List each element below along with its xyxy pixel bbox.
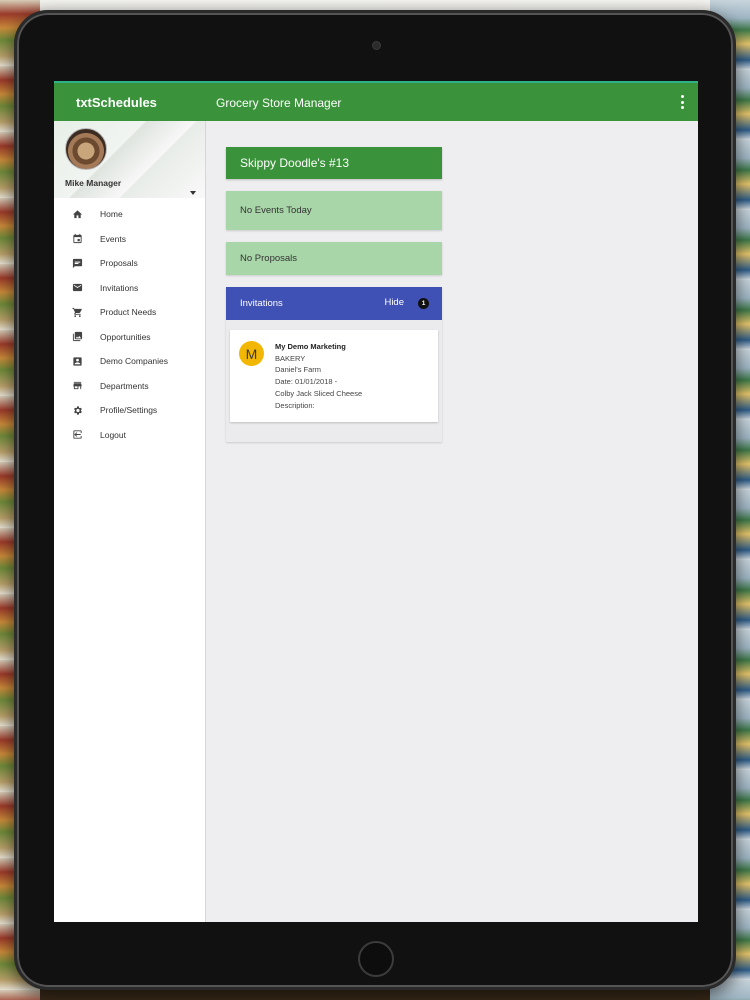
logout-icon — [54, 429, 100, 440]
invitation-count-badge: 1 — [418, 298, 429, 309]
photo-library-icon — [54, 331, 100, 342]
invitation-department: BAKERY — [275, 353, 306, 363]
store-icon — [54, 380, 100, 391]
contact-icon — [54, 356, 100, 367]
calendar-icon — [54, 233, 100, 244]
main-content: Skippy Doodle's #13 No Events Today No P… — [206, 121, 698, 922]
sidebar-item-proposals[interactable]: Proposals — [54, 251, 205, 276]
camera-icon — [372, 41, 381, 50]
sidebar-item-opportunities[interactable]: Opportunities — [54, 325, 205, 350]
invitation-vendor: Daniel's Farm — [275, 365, 322, 375]
sidebar-item-demo-companies[interactable]: Demo Companies — [54, 349, 205, 374]
invitation-description: Description: — [275, 400, 315, 410]
proposals-status-card[interactable]: No Proposals — [226, 242, 442, 275]
invitation-card[interactable]: M My Demo Marketing BAKERY Daniel's Farm… — [230, 330, 438, 422]
sidebar-item-label: Home — [100, 209, 123, 220]
profile-header: Mike Manager — [54, 121, 205, 198]
app-screen: txtSchedules Grocery Store Manager Mike … — [54, 81, 698, 922]
screen-title: Grocery Store Manager — [216, 96, 342, 110]
profile-name: Mike Manager — [65, 178, 122, 188]
app-title: txtSchedules — [76, 95, 157, 110]
sidebar-item-label: Profile/Settings — [100, 405, 158, 416]
invitation-product: Colby Jack Sliced Cheese — [275, 388, 363, 398]
top-app-bar: txtSchedules Grocery Store Manager — [54, 81, 698, 121]
mail-icon — [54, 282, 100, 293]
sidebar-item-departments[interactable]: Departments — [54, 374, 205, 399]
gear-icon — [54, 405, 100, 416]
events-status-card[interactable]: No Events Today — [226, 191, 442, 230]
invitations-panel: Invitations Hide 1 M My Demo Marketing B… — [226, 287, 442, 442]
invitation-details: My Demo Marketing BAKERY Daniel's Farm D… — [275, 341, 362, 411]
sidebar-item-label: Product Needs — [100, 307, 157, 318]
sidebar-item-product-needs[interactable]: Product Needs — [54, 300, 205, 325]
sidebar-item-label: Logout — [100, 429, 126, 440]
sidebar-item-invitations[interactable]: Invitations — [54, 276, 205, 301]
sidebar: Mike Manager Home Events Proposals Invit… — [54, 121, 206, 922]
caret-down-icon[interactable] — [190, 191, 196, 195]
sidebar-item-logout[interactable]: Logout — [54, 423, 205, 448]
hide-button[interactable]: Hide — [384, 297, 404, 308]
sidebar-item-home[interactable]: Home — [54, 202, 205, 227]
sidebar-item-label: Departments — [100, 380, 149, 391]
sidebar-item-label: Demo Companies — [100, 356, 169, 367]
invitation-company: My Demo Marketing — [275, 342, 346, 351]
sidebar-item-events[interactable]: Events — [54, 227, 205, 252]
tablet-frame: txtSchedules Grocery Store Manager Mike … — [14, 10, 736, 990]
invitations-header: Invitations Hide 1 — [226, 287, 442, 320]
home-icon — [54, 209, 100, 220]
sidebar-item-profile-settings[interactable]: Profile/Settings — [54, 398, 205, 423]
sidebar-item-label: Proposals — [100, 258, 138, 269]
more-vert-icon[interactable] — [680, 95, 684, 109]
proposal-icon — [54, 258, 100, 269]
sidebar-item-label: Events — [100, 233, 126, 244]
store-name-card: Skippy Doodle's #13 — [226, 147, 442, 179]
home-button[interactable] — [358, 941, 394, 977]
company-avatar: M — [239, 341, 264, 366]
sidebar-item-label: Opportunities — [100, 331, 151, 342]
invitations-title: Invitations — [240, 298, 283, 309]
avatar — [65, 128, 107, 170]
invitation-date: Date: 01/01/2018 - — [275, 377, 338, 387]
cart-icon — [54, 307, 100, 318]
sidebar-nav: Home Events Proposals Invitations Produc… — [54, 198, 205, 447]
sidebar-item-label: Invitations — [100, 282, 139, 293]
